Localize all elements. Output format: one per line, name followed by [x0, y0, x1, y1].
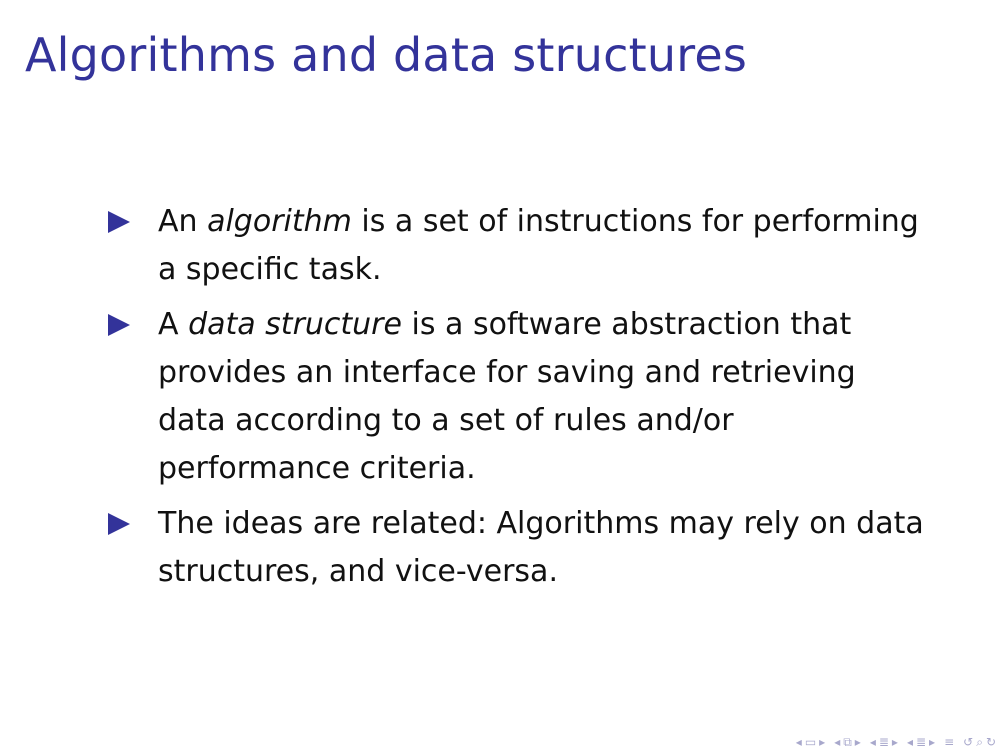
bullet-item: An algorithm is a set of instructions fo… [108, 198, 928, 294]
nav-next-arrow-icon[interactable]: ▸ [855, 734, 861, 750]
nav-section-group: ◂ ≣ ▸ [870, 734, 898, 750]
nav-redo-icon[interactable]: ↻ [986, 734, 996, 750]
nav-next-arrow-icon[interactable]: ▸ [892, 734, 898, 750]
bullet-item: The ideas are related: Algorithms may re… [108, 500, 928, 596]
emphasis-term: algorithm [207, 204, 352, 239]
triangle-bullet-icon [108, 314, 130, 336]
bullet-item: A data structure is a software abstracti… [108, 301, 928, 493]
bullet-list: An algorithm is a set of instructions fo… [108, 198, 928, 603]
bullet-text: The ideas are related: Algorithms may re… [158, 506, 924, 589]
nav-frame-group: ◂ ▭ ▸ [796, 734, 825, 750]
nav-section-icon[interactable]: ≣ [916, 734, 926, 750]
nav-section-icon[interactable]: ≣ [879, 734, 889, 750]
bullet-text-part: A [158, 307, 189, 342]
nav-prev-arrow-icon[interactable]: ◂ [796, 734, 802, 750]
nav-subsection-icon[interactable]: ⧉ [843, 734, 852, 750]
nav-search-icon[interactable]: ⌕ [976, 734, 983, 750]
nav-frame-icon[interactable]: ▭ [805, 734, 816, 750]
nav-undo-icon[interactable]: ↺ [963, 734, 973, 750]
triangle-bullet-icon [108, 513, 130, 535]
bullet-text: A data structure is a software abstracti… [158, 307, 856, 486]
emphasis-term: data structure [188, 307, 402, 342]
nav-next-arrow-icon[interactable]: ▸ [929, 734, 935, 750]
nav-prev-arrow-icon[interactable]: ◂ [834, 734, 840, 750]
nav-subsection-group: ◂ ⧉ ▸ [834, 734, 861, 750]
nav-prev-arrow-icon[interactable]: ◂ [870, 734, 876, 750]
bullet-text-part: The ideas are related: Algorithms may re… [158, 506, 924, 589]
nav-align-icon[interactable]: ≡ [944, 734, 954, 750]
nav-document-group: ◂ ≣ ▸ [907, 734, 935, 750]
bullet-text-part: An [158, 204, 208, 239]
triangle-bullet-icon [108, 211, 130, 233]
nav-next-arrow-icon[interactable]: ▸ [819, 734, 825, 750]
nav-tools-group: ↺ ⌕ ↻ [963, 734, 996, 750]
bullet-text: An algorithm is a set of instructions fo… [158, 204, 919, 287]
beamer-navigation-bar: ◂ ▭ ▸ ◂ ⧉ ▸ ◂ ≣ ▸ ◂ ≣ ▸ ≡ ↺ ⌕ ↻ [796, 734, 996, 750]
slide-title: Algorithms and data structures [25, 28, 747, 82]
nav-prev-arrow-icon[interactable]: ◂ [907, 734, 913, 750]
